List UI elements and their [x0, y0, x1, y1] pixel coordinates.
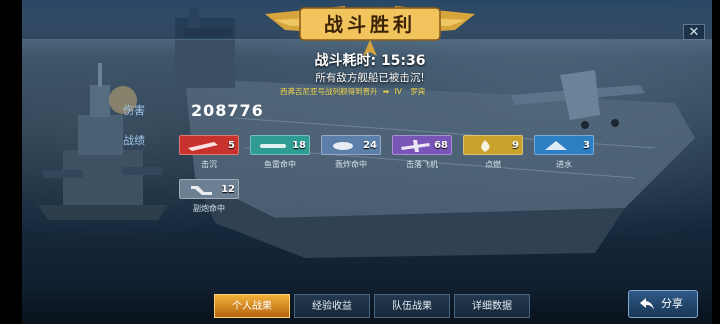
close-button[interactable]: ✕ [683, 24, 705, 40]
aircraft-illustration [510, 70, 645, 129]
medal-secondary-gun[interactable]: 12 副炮命中 [179, 179, 239, 215]
damage-value: 208776 [191, 101, 264, 120]
plane-icon [401, 140, 430, 152]
medal-name: 击落飞机 [406, 160, 438, 169]
sinking-icon [188, 142, 218, 151]
share-label: 分享 [661, 297, 683, 310]
medal-count: 24 [363, 140, 377, 151]
medal-badge: 3 [534, 135, 594, 155]
left-edge [0, 0, 22, 324]
arrow-right-icon: ➡ [382, 87, 390, 96]
tab-team-results[interactable]: 队伍战果 [374, 294, 450, 318]
medal-name: 副炮命中 [193, 204, 225, 213]
promotion-ship: 罗宾 [410, 87, 426, 96]
tab-personal-results[interactable]: 个人战果 [214, 294, 290, 318]
medal-badge: 24 [321, 135, 381, 155]
share-arrow-icon [640, 298, 654, 310]
medal-sinking[interactable]: 5 击沉 [179, 135, 239, 171]
promotion-rank: IV [394, 87, 402, 96]
damage-label: 伤害 [123, 104, 145, 117]
share-button[interactable]: 分享 [628, 290, 698, 318]
medal-name: 进水 [556, 160, 572, 169]
result-message: 所有敌方舰船已被击沉! [315, 72, 425, 84]
medal-bomb[interactable]: 24 轰炸命中 [321, 135, 381, 171]
medal-name: 点燃 [485, 160, 501, 169]
medal-badge: 12 [179, 179, 239, 199]
medal-name: 轰炸命中 [335, 160, 367, 169]
fire-icon [481, 140, 490, 152]
tab-detailed-data[interactable]: 详细数据 [454, 294, 530, 318]
victory-title: 战斗胜利 [323, 14, 416, 36]
medal-plane-shot-down[interactable]: 68 击落飞机 [392, 135, 452, 171]
medal-badge: 68 [392, 135, 452, 155]
bomb-icon [333, 142, 353, 150]
medal-flooding[interactable]: 3 进水 [534, 135, 594, 171]
medal-badge: 18 [250, 135, 310, 155]
battle-duration: 战斗耗时: 15:36 [314, 53, 426, 69]
score-label: 战绩 [123, 134, 145, 147]
medal-name: 击沉 [201, 160, 217, 169]
battle-result-screen: 战斗胜利 ✕ 战斗耗时: 15:36 所有敌方舰船已被击沉! 西弗吉尼亚号战列舰… [0, 0, 720, 324]
medal-torpedo[interactable]: 18 鱼雷命中 [250, 135, 310, 171]
medal-count: 18 [292, 140, 306, 151]
promotion-text: 西弗吉尼亚号战列舰得到晋升 [280, 87, 378, 96]
medal-count: 12 [221, 184, 235, 195]
promotion-notice: 西弗吉尼亚号战列舰得到晋升 ➡ IV 罗宾 [280, 86, 500, 98]
torpedo-icon [260, 144, 286, 148]
medal-count: 5 [228, 140, 235, 151]
tab-experience[interactable]: 经验收益 [294, 294, 370, 318]
result-tabs: 个人战果 经验收益 队伍战果 详细数据 [214, 294, 532, 318]
medal-name: 鱼雷命中 [264, 160, 296, 169]
medal-fire[interactable]: 9 点燃 [463, 135, 523, 171]
medal-badge: 9 [463, 135, 523, 155]
secondary-gun-icon [191, 186, 212, 195]
medal-count: 9 [512, 140, 519, 151]
flood-icon [545, 141, 567, 150]
medal-count: 3 [583, 140, 590, 151]
medal-badge: 5 [179, 135, 239, 155]
medal-count: 68 [434, 140, 448, 151]
right-edge [712, 0, 720, 324]
